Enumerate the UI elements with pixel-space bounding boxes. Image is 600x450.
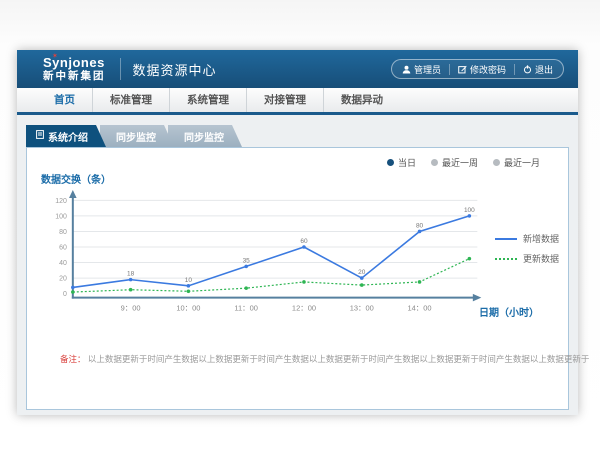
change-password-button[interactable]: 修改密码 xyxy=(458,63,506,76)
main-nav: 首页 标准管理 系统管理 对接管理 数据异动 xyxy=(17,88,578,112)
x-axis-title: 日期（小时） xyxy=(479,304,539,319)
data-point-label: 60 xyxy=(300,238,308,245)
x-tick-label: 10：00 xyxy=(176,304,200,313)
line-chart: 0 20 40 60 80 100 120 9：00 10：00 11：00 12：00 13：00 1… xyxy=(27,190,566,316)
x-tick-label: 11：00 xyxy=(234,304,258,313)
admin-user-button[interactable]: 管理员 xyxy=(402,63,441,76)
nav-item-interface-mgmt[interactable]: 对接管理 xyxy=(246,88,323,112)
nav-item-standard-mgmt[interactable]: 标准管理 xyxy=(92,88,169,112)
data-point xyxy=(468,257,472,261)
footnote-label: 备注： xyxy=(60,354,86,364)
green-dotted-line-icon xyxy=(495,258,517,260)
data-point xyxy=(187,289,191,293)
radio-icon xyxy=(431,159,438,166)
data-point-label: 100 xyxy=(464,207,475,214)
data-point xyxy=(244,265,248,269)
footnote: 备注： 以上数据更新于时间产生数据以上数据更新于时间产生数据以上数据更新于时间产… xyxy=(60,353,589,365)
tab-bar: 系统介绍 同步监控 同步监控 xyxy=(26,125,578,147)
nav-item-data-change[interactable]: 数据异动 xyxy=(323,88,400,112)
y-axis-title: 数据交换（条） xyxy=(41,171,111,186)
data-point-label: 35 xyxy=(243,257,251,264)
x-axis-arrow-icon xyxy=(473,294,481,302)
data-point xyxy=(71,286,75,290)
y-axis-arrow-icon xyxy=(69,190,77,198)
radio-selected-icon xyxy=(387,159,394,166)
data-point-label: 10 xyxy=(185,277,193,284)
y-tick-label: 0 xyxy=(63,291,67,298)
range-option-today[interactable]: 当日 xyxy=(387,156,416,169)
y-tick-label: 120 xyxy=(55,198,67,205)
range-option-last-week[interactable]: 最近一周 xyxy=(431,156,478,169)
y-tick-label: 100 xyxy=(55,213,67,220)
tab-sync-monitor-1[interactable]: 同步监控 xyxy=(100,125,174,147)
y-tick-label: 20 xyxy=(59,276,67,283)
data-point xyxy=(360,283,364,287)
y-tick-label: 60 xyxy=(59,244,67,251)
data-point xyxy=(302,245,306,249)
nav-item-home[interactable]: 首页 xyxy=(37,88,92,112)
data-point xyxy=(244,286,248,290)
data-point xyxy=(418,230,422,234)
x-tick-label: 13：00 xyxy=(350,304,374,313)
user-icon xyxy=(402,65,411,74)
tab-system-intro[interactable]: 系统介绍 xyxy=(26,125,106,147)
y-tick-label: 40 xyxy=(59,260,67,267)
logo-text-cn: 新中新集团 xyxy=(43,71,106,82)
x-tick-label: 12：00 xyxy=(292,304,316,313)
x-tick-label: 9：00 xyxy=(121,304,141,313)
synjones-logo: Synjones ✶ 新中新集团 xyxy=(43,56,106,82)
data-point xyxy=(468,214,472,218)
content-area: 系统介绍 同步监控 同步监控 当日 最近一周 xyxy=(17,125,578,425)
app-window: Synjones ✶ 新中新集团 数据资源中心 管理员 修改密码 xyxy=(17,50,578,415)
data-point xyxy=(129,278,133,282)
footnote-text: 以上数据更新于时间产生数据以上数据更新于时间产生数据以上数据更新于时间产生数据以… xyxy=(88,354,590,364)
blue-line-icon xyxy=(495,238,517,240)
series-legend: 新增数据 更新数据 xyxy=(495,232,559,265)
nav-item-system-mgmt[interactable]: 系统管理 xyxy=(169,88,246,112)
data-point xyxy=(418,280,422,284)
data-point xyxy=(360,276,364,280)
legend-item-new-data: 新增数据 xyxy=(495,232,559,245)
radio-icon xyxy=(493,159,500,166)
user-toolbar: 管理员 修改密码 退出 xyxy=(391,59,564,79)
data-point-label: 18 xyxy=(127,271,135,278)
x-tick-label: 14：00 xyxy=(407,304,431,313)
data-point-label: 20 xyxy=(358,269,366,276)
pill-divider xyxy=(449,64,450,75)
pill-divider xyxy=(514,64,515,75)
chart-panel: 当日 最近一周 最近一月 数据交换（条） 0 20 40 60 80 100 120 9：00… xyxy=(26,147,569,410)
range-option-last-month[interactable]: 最近一月 xyxy=(493,156,540,169)
y-tick-label: 80 xyxy=(59,229,67,236)
data-point xyxy=(129,288,133,292)
data-point xyxy=(302,280,306,284)
legend-item-updated-data: 更新数据 xyxy=(495,252,559,265)
tab-sync-monitor-2[interactable]: 同步监控 xyxy=(168,125,242,147)
logout-button[interactable]: 退出 xyxy=(523,63,553,76)
data-point xyxy=(71,290,75,294)
power-icon xyxy=(523,65,532,74)
edit-icon xyxy=(458,65,467,74)
document-icon xyxy=(36,130,44,142)
logo-star-icon: ✶ xyxy=(52,53,58,60)
app-header: Synjones ✶ 新中新集团 数据资源中心 管理员 修改密码 xyxy=(17,50,578,88)
data-point-label: 80 xyxy=(416,222,424,229)
page-title: 数据资源中心 xyxy=(133,60,217,79)
nav-underline xyxy=(17,112,578,115)
data-point xyxy=(187,284,191,288)
time-range-options: 当日 最近一周 最近一月 xyxy=(387,156,540,169)
header-divider xyxy=(120,58,121,80)
